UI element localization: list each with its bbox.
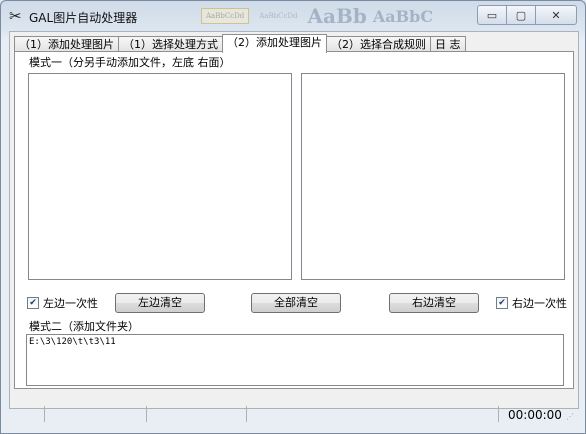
ribbon-ghost: AaBbCcDd AaBbCcDd AaBb AaBbC <box>201 4 434 28</box>
clear-left-button[interactable]: 左边清空 <box>115 293 205 313</box>
window-controls: ▭ ▢ ✕ <box>477 5 577 25</box>
right-once-label: 右边一次性 <box>512 297 567 310</box>
ghost-style-2: AaBbCcDd <box>259 12 298 20</box>
tab-merge-rules-2[interactable]: （2）选择合成规则 <box>326 36 431 52</box>
right-once-checkbox[interactable]: ✔ 右边一次性 <box>496 295 567 311</box>
ghost-style-big2: AaBbC <box>372 6 434 26</box>
tab-process-method-1[interactable]: （1）选择处理方式 <box>118 36 223 52</box>
ghost-style-big: AaBb <box>307 4 367 28</box>
close-icon: ✕ <box>551 8 561 22</box>
main-window: ✂ GAL图片自动处理器 AaBbCcDd AaBbCcDd AaBb AaBb… <box>0 0 586 434</box>
minimize-button[interactable]: ▭ <box>477 5 507 25</box>
mode1-label: 模式一（分另手动添加文件，左底 右面） <box>29 56 231 69</box>
title-bar[interactable]: ✂ GAL图片自动处理器 AaBbCcDd AaBbCcDd AaBb AaBb… <box>1 1 585 31</box>
mode2-label: 模式二（添加文件夹） <box>29 320 139 333</box>
checkbox-check-icon: ✔ <box>27 297 39 309</box>
window-title: GAL图片自动处理器 <box>29 11 138 25</box>
left-once-checkbox[interactable]: ✔ 左边一次性 <box>27 295 98 311</box>
tab-add-images-1[interactable]: （1）添加处理图片 <box>14 36 119 52</box>
scissors-icon: ✂ <box>9 7 22 25</box>
resize-grip-icon[interactable]: ⋰ <box>566 412 576 422</box>
status-time: 00:00:00 <box>508 408 562 422</box>
ghost-style-1: AaBbCcDd <box>201 8 250 24</box>
tab-add-images-2[interactable]: （2）添加处理图片 <box>222 34 327 53</box>
maximize-button[interactable]: ▢ <box>507 5 536 25</box>
clear-right-button[interactable]: 右边清空 <box>389 293 479 313</box>
left-once-label: 左边一次性 <box>43 297 98 310</box>
status-divider <box>498 406 499 422</box>
close-button[interactable]: ✕ <box>536 5 577 25</box>
maximize-icon: ▢ <box>515 8 527 22</box>
minimize-icon: ▭ <box>486 8 498 22</box>
status-bar: 00:00:00 ⋰ <box>10 406 578 426</box>
clear-all-button[interactable]: 全部清空 <box>251 293 341 313</box>
status-divider <box>246 406 247 422</box>
right-file-list[interactable] <box>301 73 565 280</box>
tab-strip: （1）添加处理图片 （1）选择处理方式 （2）添加处理图片 （2）选择合成规则 … <box>14 34 466 53</box>
status-divider <box>44 406 45 422</box>
left-file-list[interactable] <box>28 73 292 280</box>
tab-log[interactable]: 日 志 <box>430 36 466 52</box>
status-divider <box>146 406 147 422</box>
checkbox-check-icon: ✔ <box>496 297 508 309</box>
client-area: （1）添加处理图片 （1）选择处理方式 （2）添加处理图片 （2）选择合成规则 … <box>9 31 579 422</box>
folder-path-field[interactable]: E:\3\120\t\t3\11 <box>26 334 564 386</box>
tab-panel: 模式一（分另手动添加文件，左底 右面） ✔ 左边一次性 左边清空 全部清空 右边… <box>14 51 574 389</box>
